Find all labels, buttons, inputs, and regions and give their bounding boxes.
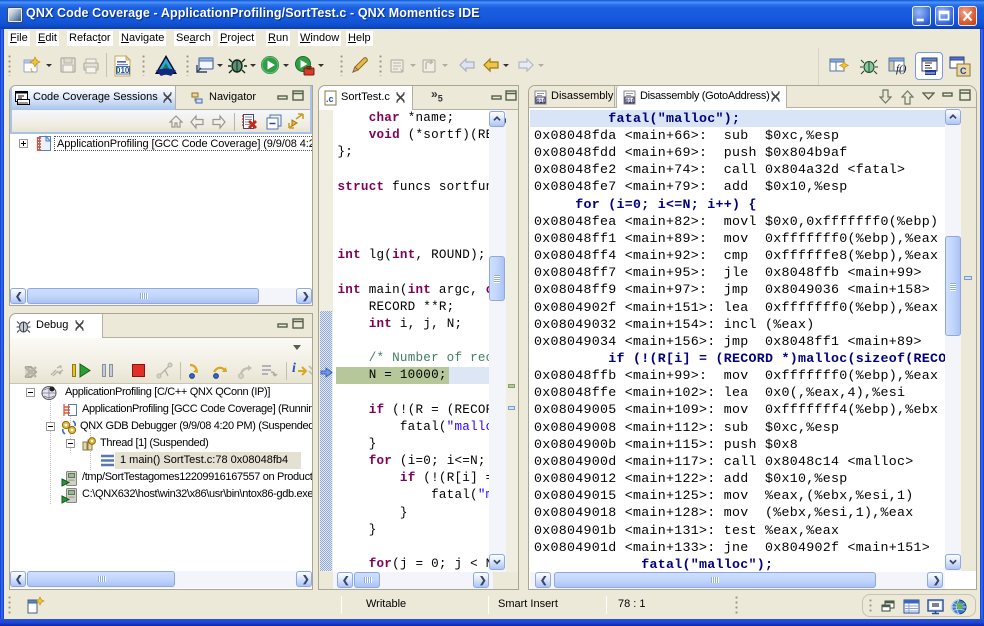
svg-text:010: 010 xyxy=(626,99,635,105)
svg-text:010: 010 xyxy=(537,99,546,105)
svg-text:.c: .c xyxy=(326,94,334,104)
svg-text:C: C xyxy=(960,66,967,76)
svg-text:f(): f() xyxy=(896,63,907,75)
